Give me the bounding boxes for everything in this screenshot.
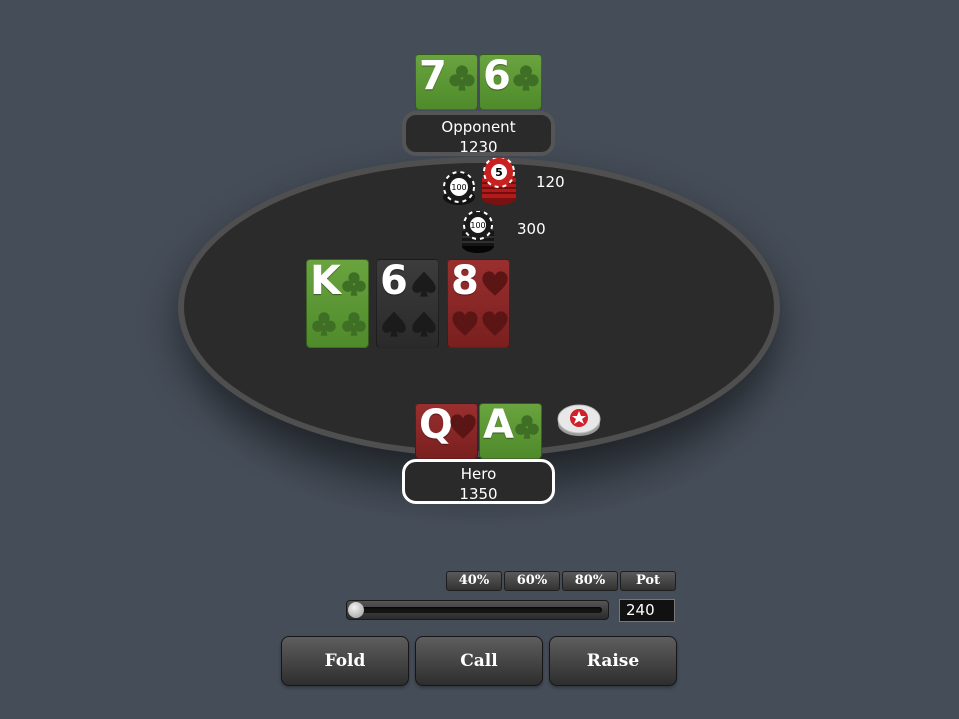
bet-slider-thumb[interactable] — [348, 602, 364, 618]
preset-pot-button[interactable]: Pot — [620, 571, 676, 591]
card-rank: K — [310, 259, 341, 304]
opponent-card-1: 7 — [415, 54, 478, 110]
call-button[interactable]: Call — [415, 636, 543, 686]
club-icon — [513, 65, 539, 91]
preset-40-button[interactable]: 40% — [446, 571, 502, 591]
bet-amount-input[interactable]: 240 — [619, 599, 675, 622]
club-icon — [312, 312, 336, 336]
card-rank: 8 — [451, 259, 479, 304]
chip-100-label: 100 — [451, 183, 466, 192]
preset-80-button[interactable]: 80% — [562, 571, 618, 591]
chip-100-icon: 100 — [443, 171, 475, 205]
club-icon — [515, 415, 539, 439]
chip-5-label: 5 — [495, 166, 503, 179]
fold-button[interactable]: Fold — [281, 636, 409, 686]
hero-seat: Hero 1350 — [402, 459, 555, 504]
spade-icon — [412, 271, 436, 297]
club-icon — [342, 312, 366, 336]
bet-slider[interactable] — [346, 600, 609, 620]
card-rank: 6 — [483, 54, 511, 99]
opponent-bet-amount: 120 — [536, 173, 565, 191]
bet-preset-row: 40% 60% 80% Pot — [446, 571, 676, 591]
heart-icon — [482, 271, 508, 296]
opponent-seat: Opponent 1230 — [402, 111, 555, 156]
raise-button[interactable]: Raise — [549, 636, 677, 686]
chip-100-label: 100 — [470, 221, 485, 230]
club-icon — [342, 272, 366, 296]
hero-card-1: Q — [415, 403, 478, 459]
dealer-button-icon — [557, 404, 601, 436]
hero-name: Hero — [460, 465, 497, 483]
card-rank: A — [483, 403, 514, 448]
opponent-stack: 1230 — [459, 138, 498, 156]
chip-stack-100-icon: 100 — [462, 211, 494, 253]
heart-icon — [452, 311, 478, 336]
board-card-1: K — [306, 259, 369, 348]
opponent-card-2: 6 — [479, 54, 542, 110]
chip-stack-5-icon: 5 — [482, 158, 516, 205]
club-icon — [449, 65, 475, 91]
preset-60-button[interactable]: 60% — [504, 571, 560, 591]
card-rank: 6 — [380, 259, 408, 304]
heart-icon — [450, 414, 476, 439]
opponent-name: Opponent — [441, 118, 516, 136]
hero-bet-amount: 300 — [517, 220, 546, 238]
bet-slider-groove — [357, 607, 602, 613]
spade-icon — [382, 311, 406, 337]
card-rank: Q — [419, 403, 454, 448]
heart-icon — [482, 311, 508, 336]
board-card-3: 8 — [447, 259, 510, 348]
hero-stack: 1350 — [459, 485, 498, 503]
board-card-2: 6 — [376, 259, 439, 348]
spade-icon — [412, 311, 436, 337]
card-rank: 7 — [419, 54, 447, 99]
hero-card-2: A — [479, 403, 542, 459]
